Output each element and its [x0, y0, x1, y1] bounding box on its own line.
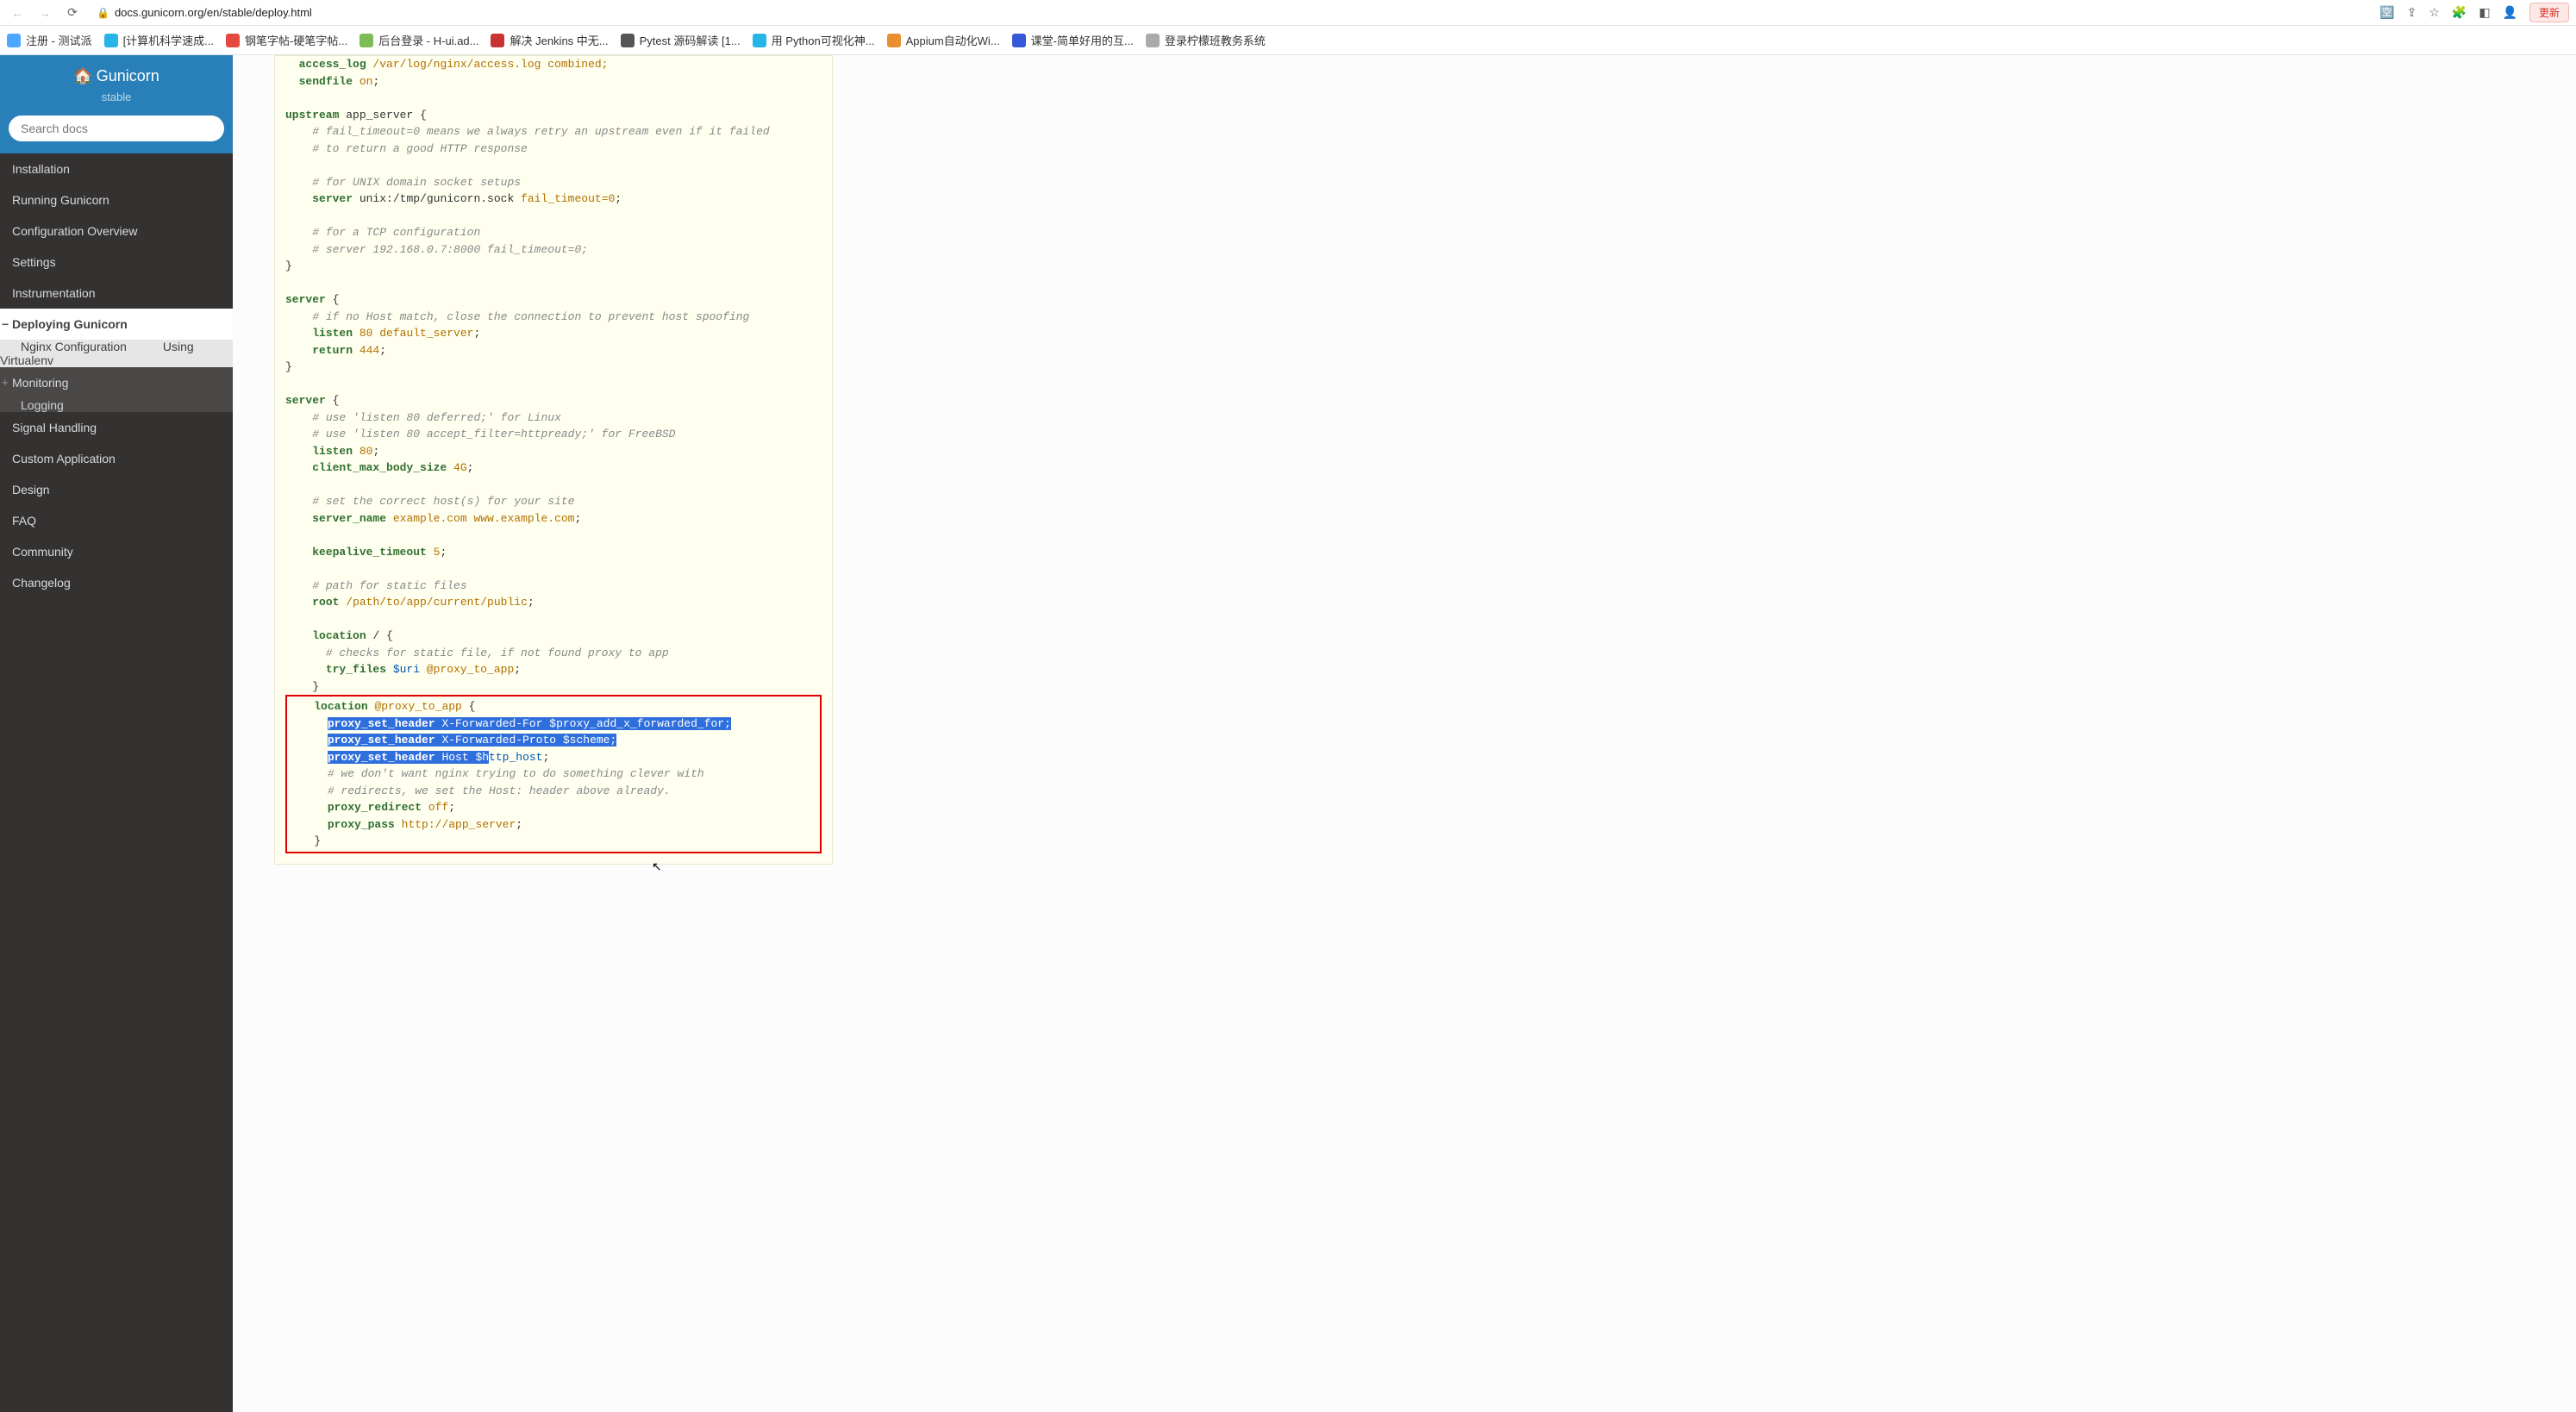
- browser-toolbar: ← → ⟳ 🔒 docs.gunicorn.org/en/stable/depl…: [0, 0, 2576, 26]
- nav-monitoring[interactable]: Monitoring: [0, 367, 233, 398]
- nav-settings[interactable]: Settings: [0, 247, 233, 278]
- reload-button[interactable]: ⟳: [62, 3, 83, 23]
- search-wrap: [0, 116, 233, 153]
- project-title[interactable]: 🏠Gunicorn: [9, 67, 224, 85]
- nginx-config-code[interactable]: access_log /var/log/nginx/access.log com…: [274, 55, 833, 865]
- bookmark-item[interactable]: 用 Python可视化神...: [753, 32, 875, 48]
- update-button[interactable]: 更新: [2529, 3, 2569, 22]
- forward-button[interactable]: →: [34, 3, 55, 23]
- version-label: stable: [9, 91, 224, 103]
- bookmark-item[interactable]: Appium自动化Wi...: [887, 32, 1000, 48]
- home-icon: 🏠: [73, 67, 92, 84]
- main-content: access_log /var/log/nginx/access.log com…: [233, 55, 2576, 1412]
- bookmark-item[interactable]: 课堂-简单好用的互...: [1012, 32, 1134, 48]
- selected-text: proxy_set_header Host $h: [328, 751, 489, 764]
- share-icon[interactable]: ⇪: [2407, 5, 2417, 20]
- sidebar: 🏠Gunicorn stable Installation Running Gu…: [0, 55, 233, 1412]
- nav-monitoring-children: Logging: [0, 398, 233, 412]
- nav-installation[interactable]: Installation: [0, 153, 233, 184]
- bookmark-item[interactable]: 钢笔字帖-硬笔字帖...: [226, 32, 347, 48]
- bookmark-item[interactable]: Pytest 源码解读 [1...: [621, 32, 741, 48]
- cursor-icon: ↖: [652, 859, 662, 873]
- nav-design[interactable]: Design: [0, 474, 233, 505]
- extensions-icon[interactable]: 🧩: [2452, 5, 2467, 20]
- nav-community[interactable]: Community: [0, 536, 233, 567]
- nav-config-overview[interactable]: Configuration Overview: [0, 216, 233, 247]
- nav-deploying[interactable]: Deploying Gunicorn: [0, 309, 233, 340]
- sidepanel-icon[interactable]: ◧: [2479, 5, 2490, 20]
- bookmark-item[interactable]: [计算机科学速成...: [104, 32, 214, 48]
- profile-icon[interactable]: 👤: [2503, 5, 2517, 20]
- selected-text: proxy_set_header X-Forwarded-Proto $sche…: [328, 734, 616, 747]
- bookmark-item[interactable]: 注册 - 测试派: [7, 32, 92, 48]
- nav-running[interactable]: Running Gunicorn: [0, 184, 233, 216]
- nav-custom-app[interactable]: Custom Application: [0, 443, 233, 474]
- translate-icon[interactable]: 🈳: [2379, 5, 2394, 20]
- selected-text: proxy_set_header X-Forwarded-For $proxy_…: [328, 717, 731, 730]
- bookmark-item[interactable]: 解决 Jenkins 中无...: [491, 32, 608, 48]
- back-button[interactable]: ←: [7, 3, 28, 23]
- search-input[interactable]: [9, 116, 224, 141]
- bookmark-item[interactable]: 登录柠檬班教务系统: [1146, 32, 1266, 48]
- bookmark-item[interactable]: 后台登录 - H-ui.ad...: [360, 32, 478, 48]
- url-text: docs.gunicorn.org/en/stable/deploy.html: [115, 6, 312, 19]
- sidebar-header: 🏠Gunicorn stable: [0, 55, 233, 116]
- nav-instrumentation[interactable]: Instrumentation: [0, 278, 233, 309]
- star-icon[interactable]: ☆: [2429, 5, 2440, 20]
- toolbar-right: 🈳 ⇪ ☆ 🧩 ◧ 👤 更新: [2379, 3, 2569, 22]
- sidebar-nav: Installation Running Gunicorn Configurat…: [0, 153, 233, 1412]
- highlighted-proxy-block: location @proxy_to_app { proxy_set_heade…: [285, 695, 822, 853]
- nav-deploying-children: Nginx Configuration Using Virtualenv: [0, 340, 233, 367]
- address-bar[interactable]: 🔒 docs.gunicorn.org/en/stable/deploy.htm…: [90, 4, 2373, 21]
- nav-changelog[interactable]: Changelog: [0, 567, 233, 598]
- nav-faq[interactable]: FAQ: [0, 505, 233, 536]
- bookmarks-bar: 注册 - 测试派 [计算机科学速成... 钢笔字帖-硬笔字帖... 后台登录 -…: [0, 26, 2576, 55]
- lock-icon: 🔒: [97, 7, 109, 19]
